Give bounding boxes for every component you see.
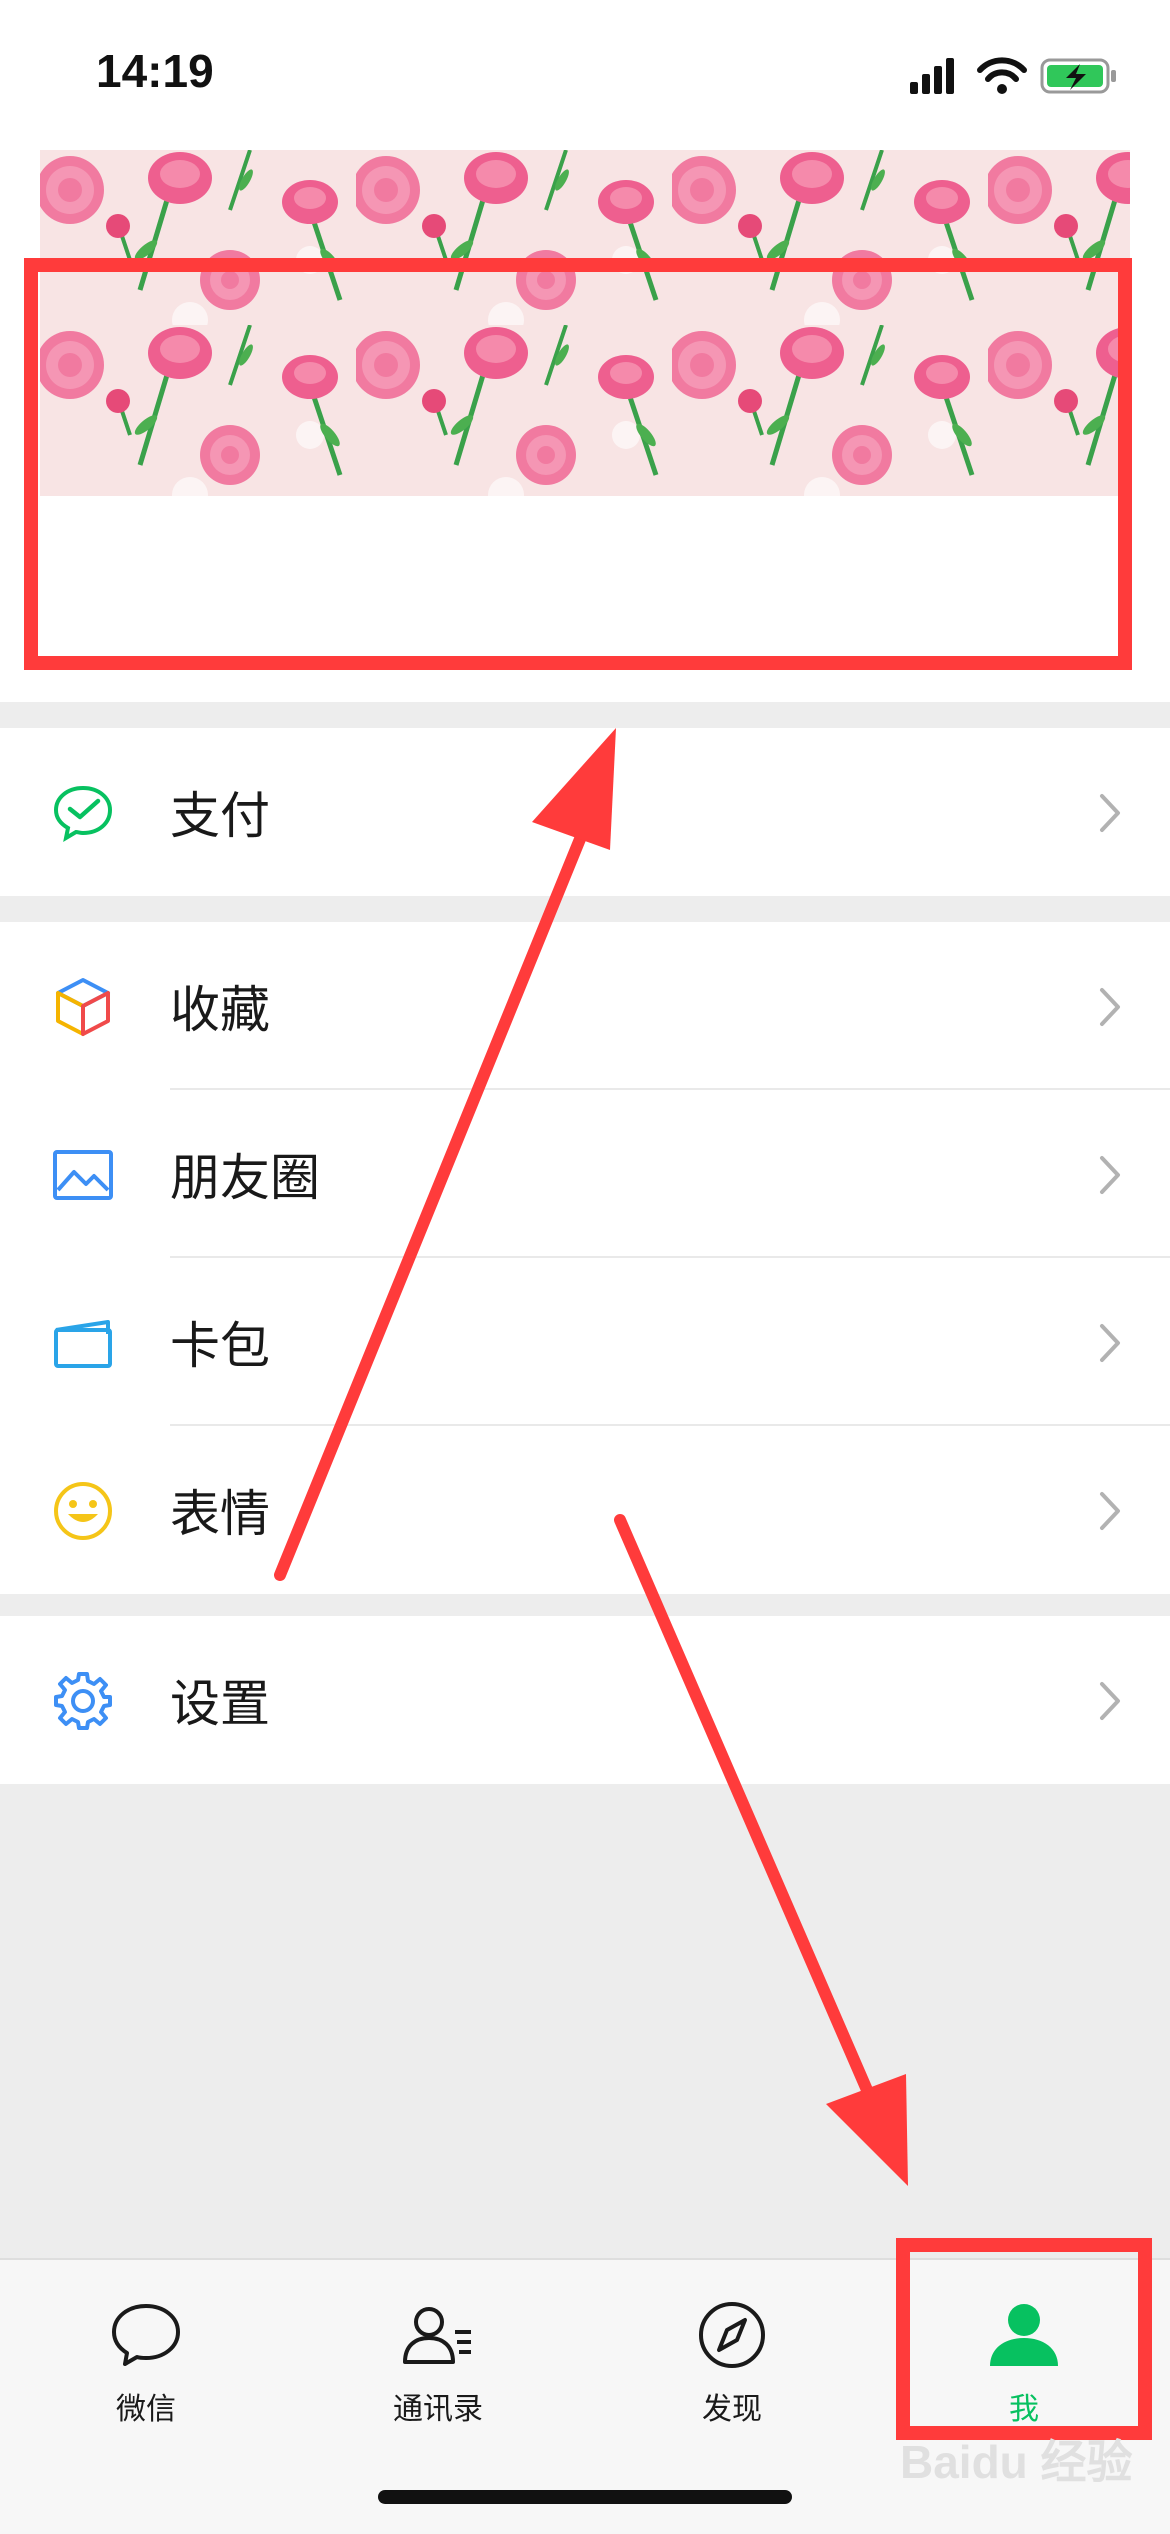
menu-item-label: 朋友圈 [170,1149,320,1207]
contacts-icon [403,2307,471,2364]
profile-cover-banner[interactable] [40,150,1130,496]
favorites-cube-icon [56,978,110,1036]
card-wallet-icon [54,1320,112,1368]
menu-item-label: 支付 [170,787,270,845]
tab-label: 我 [1009,2392,1039,2427]
cellular-signal-icon [910,58,954,94]
menu-item-label: 卡包 [170,1317,270,1375]
tab-me[interactable]: 我 [924,2296,1124,2436]
menu-item-stickers[interactable]: 表情 [0,1426,1170,1594]
menu-item-moments[interactable]: 朋友圈 [0,1090,1170,1258]
status-bar: 14:19 [0,0,1170,150]
chevron-right-icon [1100,988,1120,1026]
menu-item-label: 表情 [170,1485,270,1543]
menu-item-pay[interactable]: 支付 [0,728,1170,896]
menu-item-favorites[interactable]: 收藏 [0,922,1170,1090]
wechat-pay-icon [53,785,113,843]
person-icon [990,2304,1058,2366]
chevron-right-icon [1100,794,1120,832]
wifi-icon [977,57,1027,94]
status-icons [910,57,1116,94]
tab-chats[interactable]: 微信 [46,2296,246,2436]
gear-icon [54,1672,112,1730]
tab-contacts[interactable]: 通讯录 [338,2296,538,2436]
menu-item-label: 收藏 [170,981,270,1039]
compass-icon [699,2302,765,2368]
tab-label: 发现 [702,2392,762,2427]
tab-discover[interactable]: 发现 [632,2296,832,2436]
tab-label: 微信 [116,2392,176,2427]
menu-item-label: 设置 [170,1675,270,1733]
smiley-face-icon [54,1482,112,1540]
floral-pattern-image [40,150,1130,496]
menu-item-settings[interactable]: 设置 [0,1616,1170,1784]
chat-bubble-icon [112,2304,180,2366]
menu-group-settings: 设置 [0,1616,1170,1784]
menu-group-pay: 支付 [0,728,1170,896]
chevron-right-icon [1100,1156,1120,1194]
tab-label: 通讯录 [393,2392,483,2427]
menu-group-content: 收藏 朋友圈 卡包 表情 [0,922,1170,1594]
chevron-right-icon [1100,1324,1120,1362]
chevron-right-icon [1100,1492,1120,1530]
chevron-right-icon [1100,1682,1120,1720]
status-time: 14:19 [96,45,214,97]
battery-charging-icon [1040,58,1116,94]
home-indicator [378,2490,792,2504]
menu-item-cards[interactable]: 卡包 [0,1258,1170,1426]
watermark: Baidu 经验 [900,2436,1133,2488]
moments-image-icon [53,1150,113,1200]
